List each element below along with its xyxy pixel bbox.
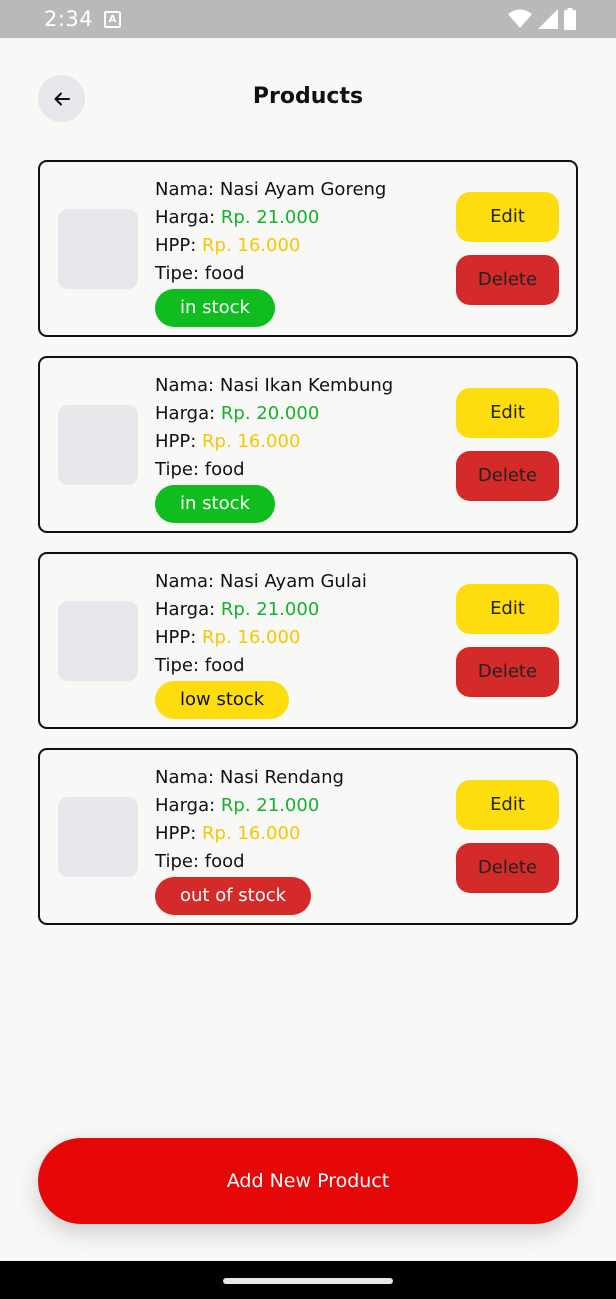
product-image-placeholder bbox=[58, 405, 138, 485]
product-card: Nama: Nasi Rendang Harga: Rp. 21.000 HPP… bbox=[38, 748, 578, 925]
product-name-line: Nama: Nasi Ayam Gulai bbox=[155, 571, 367, 592]
product-info: Nama: Nasi Rendang Harga: Rp. 21.000 HPP… bbox=[155, 764, 445, 915]
product-info: Nama: Nasi Ikan Kembung Harga: Rp. 20.00… bbox=[155, 372, 445, 523]
stock-badge: low stock bbox=[155, 681, 290, 719]
product-price-line: Harga: Rp. 21.000 bbox=[155, 599, 320, 620]
page-title: Products bbox=[252, 84, 364, 109]
product-cost: Rp. 16.000 bbox=[202, 823, 301, 844]
product-type: food bbox=[204, 655, 245, 676]
edit-button[interactable]: Edit bbox=[456, 192, 559, 242]
product-card: Nama: Nasi Ayam Goreng Harga: Rp. 21.000… bbox=[38, 160, 578, 337]
stock-badge: in stock bbox=[155, 289, 275, 327]
product-price-line: Harga: Rp. 21.000 bbox=[155, 207, 320, 228]
product-name: Nasi Ikan Kembung bbox=[219, 375, 394, 396]
system-icons bbox=[508, 8, 576, 30]
product-type-line: Tipe: food bbox=[155, 851, 245, 872]
delete-button[interactable]: Delete bbox=[456, 255, 559, 305]
product-name-line: Nama: Nasi Ayam Goreng bbox=[155, 179, 387, 200]
product-type: food bbox=[204, 459, 245, 480]
product-price: Rp. 21.000 bbox=[220, 599, 320, 620]
product-name-line: Nama: Nasi Rendang bbox=[155, 767, 344, 788]
product-price: Rp. 21.000 bbox=[220, 795, 320, 816]
product-cost-line: HPP: Rp. 16.000 bbox=[155, 627, 301, 648]
product-cost: Rp. 16.000 bbox=[202, 627, 301, 648]
product-cost-line: HPP: Rp. 16.000 bbox=[155, 235, 301, 256]
home-indicator[interactable] bbox=[223, 1278, 393, 1284]
product-cost-line: HPP: Rp. 16.000 bbox=[155, 431, 301, 452]
app-header: Products bbox=[0, 38, 616, 148]
edit-button[interactable]: Edit bbox=[456, 388, 559, 438]
product-name-line: Nama: Nasi Ikan Kembung bbox=[155, 375, 394, 396]
product-cost: Rp. 16.000 bbox=[202, 235, 301, 256]
delete-button[interactable]: Delete bbox=[456, 451, 559, 501]
signal-icon bbox=[538, 9, 558, 29]
notification-icon: A bbox=[104, 11, 121, 28]
product-price-line: Harga: Rp. 20.000 bbox=[155, 403, 320, 424]
add-new-product-button[interactable]: Add New Product bbox=[38, 1138, 578, 1224]
product-price: Rp. 20.000 bbox=[220, 403, 320, 424]
product-name: Nasi Rendang bbox=[219, 767, 344, 788]
product-card: Nama: Nasi Ayam Gulai Harga: Rp. 21.000 … bbox=[38, 552, 578, 729]
product-type: food bbox=[204, 851, 245, 872]
product-name: Nasi Ayam Gulai bbox=[219, 571, 367, 592]
product-type-line: Tipe: food bbox=[155, 655, 245, 676]
delete-button[interactable]: Delete bbox=[456, 647, 559, 697]
product-type-line: Tipe: food bbox=[155, 263, 245, 284]
product-type-line: Tipe: food bbox=[155, 459, 245, 480]
status-time: 2:34 bbox=[44, 7, 94, 31]
product-info: Nama: Nasi Ayam Gulai Harga: Rp. 21.000 … bbox=[155, 568, 445, 719]
edit-button[interactable]: Edit bbox=[456, 780, 559, 830]
product-price-line: Harga: Rp. 21.000 bbox=[155, 795, 320, 816]
status-bar: 2:34 A bbox=[0, 0, 616, 38]
battery-icon bbox=[564, 8, 576, 30]
product-name: Nasi Ayam Goreng bbox=[219, 179, 387, 200]
product-card: Nama: Nasi Ikan Kembung Harga: Rp. 20.00… bbox=[38, 356, 578, 533]
product-image-placeholder bbox=[58, 797, 138, 877]
navigation-bar bbox=[0, 1261, 616, 1299]
product-cost: Rp. 16.000 bbox=[202, 431, 301, 452]
wifi-icon bbox=[508, 9, 532, 28]
product-info: Nama: Nasi Ayam Goreng Harga: Rp. 21.000… bbox=[155, 176, 445, 327]
product-price: Rp. 21.000 bbox=[220, 207, 320, 228]
product-image-placeholder bbox=[58, 209, 138, 289]
product-cost-line: HPP: Rp. 16.000 bbox=[155, 823, 301, 844]
product-type: food bbox=[204, 263, 245, 284]
stock-badge: in stock bbox=[155, 485, 275, 523]
delete-button[interactable]: Delete bbox=[456, 843, 559, 893]
stock-badge: out of stock bbox=[155, 877, 312, 915]
product-image-placeholder bbox=[58, 601, 138, 681]
edit-button[interactable]: Edit bbox=[456, 584, 559, 634]
